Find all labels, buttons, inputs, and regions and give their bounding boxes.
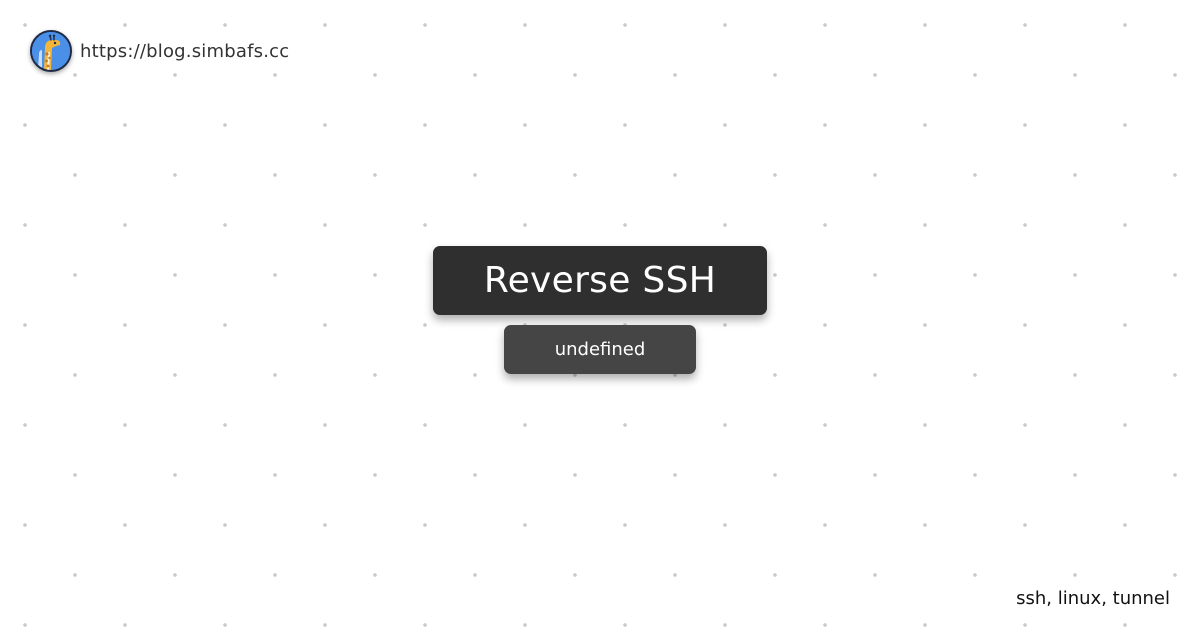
post-subtitle: undefined: [554, 339, 646, 360]
site-url[interactable]: https://blog.simbafs.cc: [80, 41, 289, 62]
post-subtitle-box: undefined: [504, 325, 696, 374]
post-title: Reverse SSH: [483, 260, 717, 301]
post-tags: ssh, linux, tunnel: [1016, 588, 1170, 609]
dot-grid-background: [0, 0, 1200, 630]
post-title-box: Reverse SSH: [433, 246, 767, 315]
giraffe-avatar-icon: [30, 30, 72, 72]
site-header[interactable]: https://blog.simbafs.cc: [30, 30, 289, 72]
